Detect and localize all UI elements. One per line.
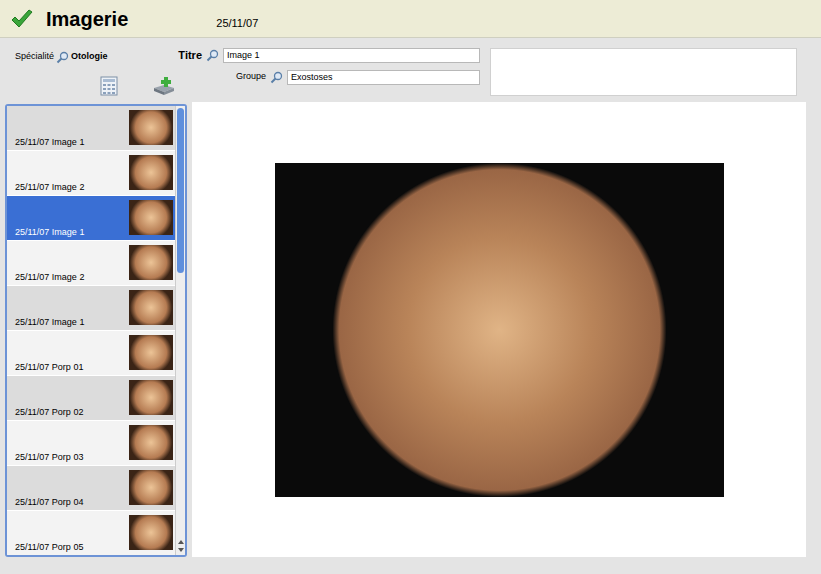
image-label: 25/11/07 Porp 02 [7, 407, 83, 420]
image-list-item[interactable]: 25/11/07 Image 1 [7, 196, 175, 241]
image-list-item[interactable]: 25/11/07 Image 2 [7, 241, 175, 286]
groupe-label: Groupe [236, 70, 266, 84]
image-label: 25/11/07 Image 2 [7, 272, 84, 285]
endoscopy-photo [275, 163, 724, 497]
image-list-item[interactable]: 25/11/07 Porp 04 [7, 466, 175, 511]
image-list[interactable]: 25/11/07 Image 1 25/11/07 Image 2 25/11/07… [5, 104, 187, 557]
groupe-value: Exostoses [291, 71, 333, 84]
specialite-label: Spécialité [15, 50, 54, 64]
image-label: 25/11/07 Image 1 [7, 137, 84, 150]
titre-value: Image 1 [227, 49, 260, 62]
image-thumbnail [129, 200, 173, 235]
notes-box[interactable] [490, 48, 797, 96]
page-title: Imagerie [46, 7, 128, 31]
image-thumbnail [129, 110, 173, 145]
image-thumbnail [129, 515, 173, 550]
image-label: 25/11/07 Porp 05 [7, 542, 83, 555]
image-thumbnail [129, 245, 173, 280]
image-label: 25/11/07 Porp 01 [7, 362, 83, 375]
scroll-up-icon[interactable] [178, 540, 184, 544]
image-list-item[interactable]: 25/11/07 Porp 01 [7, 331, 175, 376]
image-label: 25/11/07 Porp 04 [7, 497, 83, 510]
image-label: 25/11/07 Porp 03 [7, 452, 83, 465]
image-thumbnail [129, 425, 173, 460]
header-date: 25/11/07 [216, 15, 258, 32]
search-icon[interactable] [206, 49, 219, 62]
image-label: 25/11/07 Image 1 [7, 227, 84, 240]
search-icon[interactable] [56, 51, 69, 64]
image-list-item[interactable]: 25/11/07 Porp 02 [7, 376, 175, 421]
scrollbar-thumb[interactable] [177, 108, 184, 273]
scroll-down-icon[interactable] [178, 548, 184, 552]
image-list-item[interactable]: 25/11/07 Image 1 [7, 106, 175, 151]
image-list-item[interactable]: 25/11/07 Porp 03 [7, 421, 175, 466]
image-thumbnail [129, 335, 173, 370]
titre-field[interactable]: Image 1 [223, 48, 480, 63]
image-label: 25/11/07 Image 1 [7, 317, 84, 330]
image-list-item[interactable]: 25/11/07 Image 1 [7, 286, 175, 331]
check-icon [10, 8, 34, 30]
header-bar: Imagerie 25/11/07 [0, 0, 821, 38]
image-list-item[interactable]: 25/11/07 Porp 05 [7, 511, 175, 555]
table-icon[interactable] [100, 76, 118, 96]
search-icon[interactable] [270, 71, 283, 84]
image-thumbnail [129, 380, 173, 415]
scrollbar[interactable] [175, 106, 185, 555]
image-thumbnail [129, 470, 173, 505]
image-list-item[interactable]: 25/11/07 Image 2 [7, 151, 175, 196]
image-thumbnail [129, 290, 173, 325]
titre-label: Titre [178, 47, 202, 64]
image-label: 25/11/07 Image 2 [7, 182, 84, 195]
add-icon[interactable] [152, 76, 176, 96]
specialite-value: Otologie [71, 50, 108, 64]
groupe-field[interactable]: Exostoses [287, 70, 480, 85]
image-viewer [192, 102, 806, 557]
image-thumbnail [129, 155, 173, 190]
